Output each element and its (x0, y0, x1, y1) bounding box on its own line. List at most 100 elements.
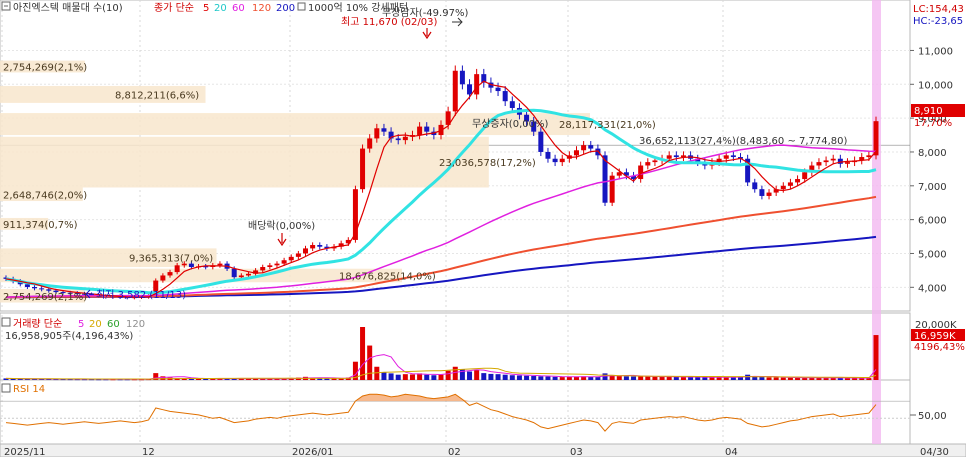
candle-body (723, 155, 729, 159)
volume-bar (481, 373, 487, 380)
candle-body (844, 162, 850, 164)
vol-ma-5: 5 (78, 319, 84, 330)
volume-bar (395, 374, 401, 380)
volume-bar (381, 372, 387, 380)
candle-body (816, 162, 822, 166)
volume-bar (424, 374, 430, 380)
candle-body (295, 253, 301, 257)
candle-body (495, 87, 501, 92)
candle-body (167, 272, 173, 276)
y-tick-label: 5,000 (918, 249, 947, 260)
candle-body (467, 84, 473, 95)
candle-body (174, 265, 180, 273)
volume-bar (623, 376, 629, 380)
rsi-title: RSI 14 (13, 384, 45, 395)
rsi-y-tick: 50,00 (918, 411, 947, 422)
candle-body (360, 148, 366, 190)
candle-body (638, 165, 644, 180)
volume-bar (680, 377, 686, 380)
volume-bar (431, 375, 437, 380)
dividend-label: 배당락(0,00%) (248, 220, 315, 232)
candle-body (509, 101, 515, 108)
volume-profile-label: 2,648,746(2,0%) (3, 190, 87, 201)
volume-bar (595, 377, 601, 380)
volume-bar (388, 373, 394, 380)
candle-body (588, 145, 594, 149)
ma-prefix: 종가 단순 (154, 2, 194, 14)
volume-bar (509, 375, 515, 380)
volume-bar (524, 375, 530, 380)
candle-body (39, 288, 45, 290)
volume-bar (474, 369, 480, 380)
candle-body (317, 245, 323, 247)
x-axis-label: 2026/01 (292, 447, 334, 457)
volume-bar (588, 376, 594, 380)
volume-profile-label: 9,365,313(7,0%) (129, 254, 213, 265)
volume-bar (545, 376, 551, 380)
y-tick-label: 6,000 (918, 216, 947, 227)
volume-bar (538, 376, 544, 380)
y-tick-label: 10,000 (918, 80, 953, 91)
volume-profile-label: 2,754,269(2,1%) (3, 292, 87, 303)
chart-canvas: 2,754,269(2,1%) 8,812,211(6,6%) 28,117,331… (0, 0, 966, 458)
candle-body (673, 155, 679, 158)
volume-bar (659, 376, 665, 380)
volume-bar (438, 374, 444, 380)
candle-body (602, 155, 608, 203)
volume-profile-bar (0, 136, 489, 188)
candle-body (417, 126, 423, 136)
candle-body (260, 267, 266, 271)
candle-body (787, 182, 793, 186)
volume-profile-label: 23,036,578(17,2%) (439, 158, 536, 169)
volume-bar (488, 373, 494, 380)
candle-body (310, 245, 316, 249)
candle-body (730, 155, 736, 158)
volume-bar (773, 377, 779, 380)
ma-period-200: 200 (276, 3, 295, 14)
bonus-issue-label: 무상증자(0,00%) (472, 118, 548, 130)
vol-ma-120: 120 (126, 319, 145, 330)
price-legend: 아진엑스텍 매물대 수(10) 종가 단순 5 20 60 120 200 10… (1, 1, 408, 14)
vol-ma-20: 20 (89, 319, 102, 330)
candle-body (666, 155, 672, 159)
volume-bar (602, 373, 608, 380)
current-change: 17,70% (914, 118, 952, 129)
candle-body (424, 126, 430, 132)
right-price-box: LC:154,43 HC:-23,65 8,910 17,70% (911, 4, 965, 129)
volume-bar (645, 376, 651, 380)
candle-body (238, 275, 244, 278)
volume-bar (516, 375, 522, 380)
volume-bar (502, 374, 508, 380)
candle-body (288, 256, 294, 261)
volume-bar (402, 374, 408, 380)
candle-body (559, 158, 565, 163)
candle-body (46, 289, 52, 291)
volume-bar (566, 376, 572, 380)
candle-body (303, 248, 309, 254)
stock-chart: 2,754,269(2,1%) 8,812,211(6,6%) 28,117,331… (0, 0, 966, 458)
candle-body (595, 148, 601, 156)
rsi-panel-frame (0, 379, 911, 445)
candle-body (581, 145, 587, 151)
candle-body (217, 263, 223, 266)
candle-body (766, 192, 772, 196)
volume-bar (631, 376, 637, 380)
ma-period-20: 20 (214, 3, 227, 14)
volume-bar (531, 376, 537, 380)
ma-period-60: 60 (232, 3, 245, 14)
volume-bar (360, 327, 366, 380)
volume-bar (638, 376, 644, 380)
volume-bar (673, 376, 679, 380)
volume-info: 16,958,905주(4,196,43%) (5, 331, 133, 342)
candle-body (402, 136, 408, 141)
candle-body (645, 162, 651, 166)
volume-profile-label: 18,676,825(14,0%) (339, 271, 436, 282)
volume-bar (452, 366, 458, 380)
low-label: 최저 3,582 (11/13) (96, 289, 186, 301)
candle-body (245, 273, 251, 276)
candle-body (545, 151, 551, 159)
x-axis-label: 04/30 (920, 447, 949, 457)
y-tick-label: 8,000 (918, 148, 947, 159)
candle-body (381, 128, 387, 132)
candle-body (395, 138, 401, 141)
